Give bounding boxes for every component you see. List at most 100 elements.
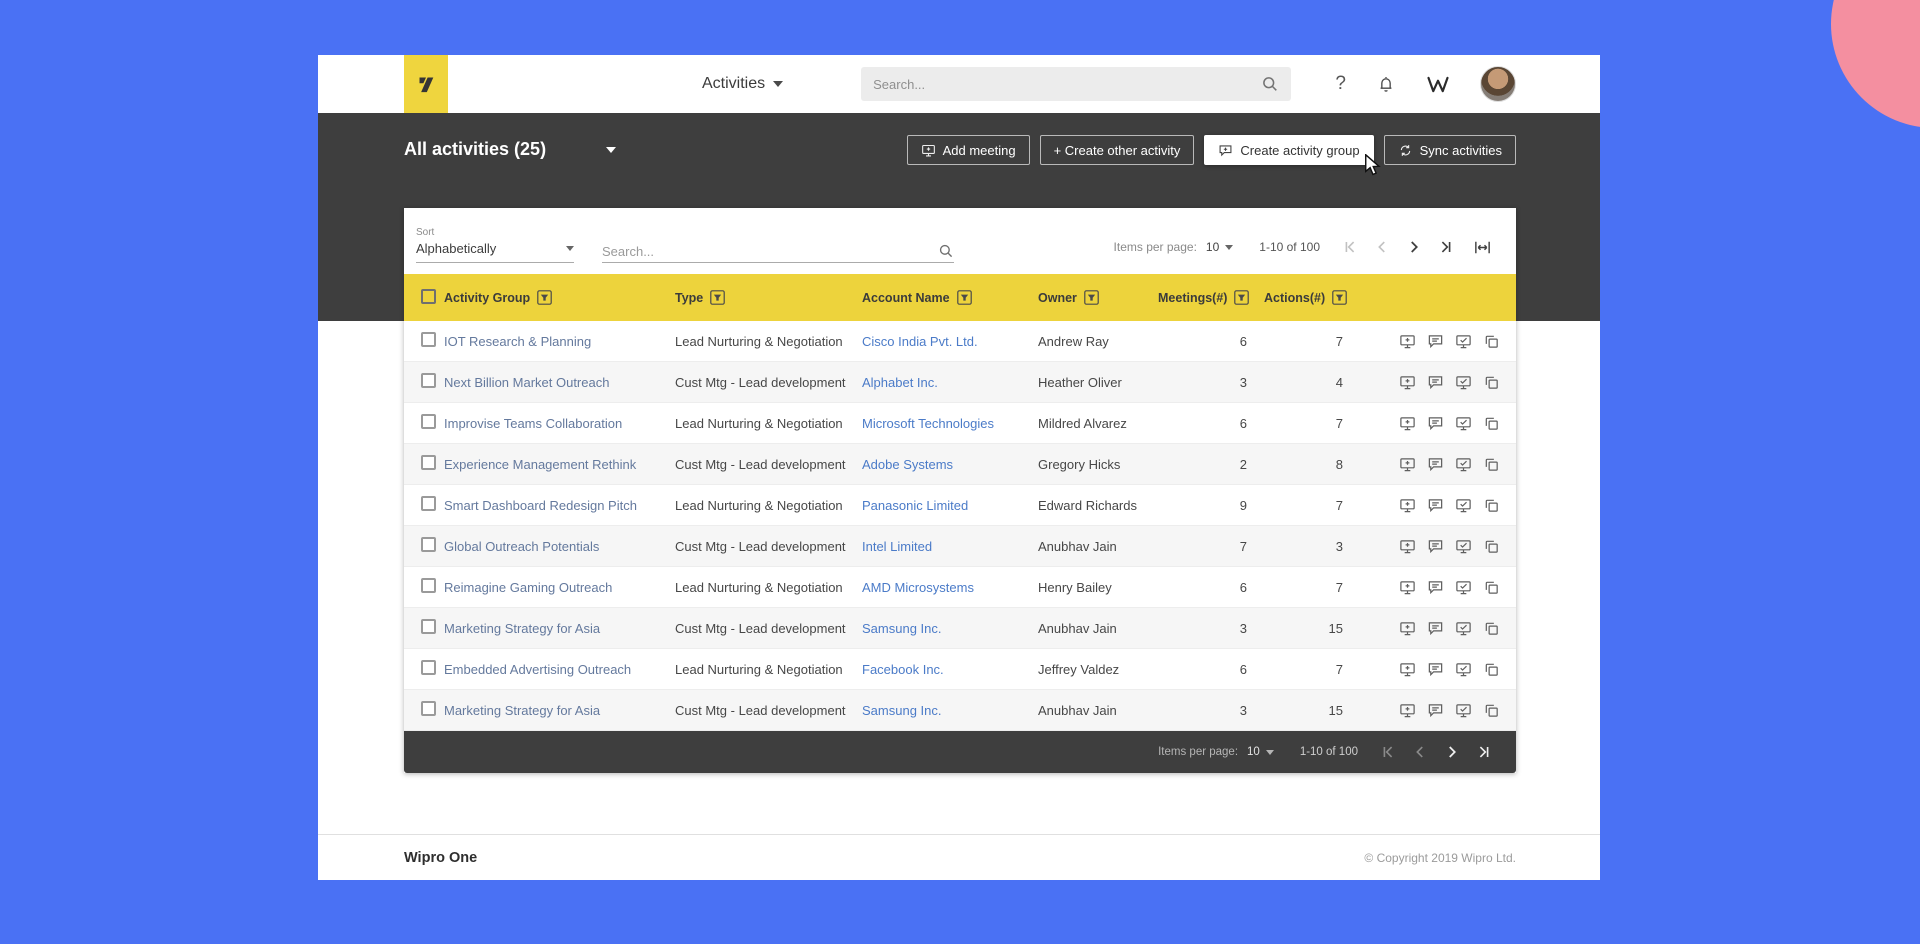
task-check-icon[interactable]: [1455, 497, 1472, 514]
filter-icon[interactable]: [1084, 290, 1099, 305]
row-checkbox[interactable]: [421, 537, 436, 552]
table-search-input[interactable]: [602, 243, 938, 259]
add-meeting-icon[interactable]: [1399, 456, 1416, 473]
filter-icon[interactable]: [1332, 290, 1347, 305]
comment-icon[interactable]: [1427, 456, 1444, 473]
row-checkbox[interactable]: [421, 701, 436, 716]
user-avatar[interactable]: [1480, 66, 1516, 102]
add-meeting-icon[interactable]: [1399, 415, 1416, 432]
prev-page-button[interactable]: [1370, 235, 1394, 259]
sync-activities-button[interactable]: Sync activities: [1383, 135, 1516, 165]
comment-icon[interactable]: [1427, 538, 1444, 555]
duplicate-icon[interactable]: [1483, 538, 1500, 555]
items-per-page-select[interactable]: 10: [1206, 240, 1234, 254]
task-check-icon[interactable]: [1455, 702, 1472, 719]
account-link[interactable]: Microsoft Technologies: [862, 416, 1038, 431]
duplicate-icon[interactable]: [1483, 579, 1500, 596]
items-per-page-select[interactable]: 10: [1247, 746, 1274, 758]
notifications-bell-icon[interactable]: [1376, 74, 1396, 94]
create-activity-group-button[interactable]: Create activity group: [1204, 135, 1374, 165]
filter-icon[interactable]: [956, 290, 972, 305]
add-meeting-icon[interactable]: [1399, 333, 1416, 350]
duplicate-icon[interactable]: [1483, 456, 1500, 473]
account-link[interactable]: Cisco India Pvt. Ltd.: [862, 334, 1038, 349]
row-checkbox[interactable]: [421, 332, 436, 347]
row-checkbox[interactable]: [421, 414, 436, 429]
row-checkbox[interactable]: [421, 496, 436, 511]
activity-group-link[interactable]: Reimagine Gaming Outreach: [444, 580, 675, 595]
account-link[interactable]: Adobe Systems: [862, 457, 1038, 472]
duplicate-icon[interactable]: [1483, 661, 1500, 678]
filter-icon[interactable]: [710, 290, 726, 305]
last-page-button[interactable]: [1434, 235, 1458, 259]
account-link[interactable]: Panasonic Limited: [862, 498, 1038, 513]
select-all-checkbox[interactable]: [421, 288, 436, 304]
add-meeting-icon[interactable]: [1399, 374, 1416, 391]
add-meeting-icon[interactable]: [1399, 620, 1416, 637]
add-meeting-icon[interactable]: [1399, 661, 1416, 678]
activity-group-link[interactable]: Experience Management Rethink: [444, 457, 675, 472]
duplicate-icon[interactable]: [1483, 497, 1500, 514]
activities-nav-dropdown[interactable]: Activities: [702, 75, 784, 93]
filter-icon[interactable]: [1234, 290, 1250, 305]
add-meeting-icon[interactable]: [1399, 702, 1416, 719]
row-checkbox[interactable]: [421, 578, 436, 593]
comment-icon[interactable]: [1427, 702, 1444, 719]
first-page-button[interactable]: [1376, 740, 1400, 764]
comment-icon[interactable]: [1427, 579, 1444, 596]
add-meeting-icon[interactable]: [1399, 538, 1416, 555]
activity-group-link[interactable]: Next Billion Market Outreach: [444, 375, 675, 390]
duplicate-icon[interactable]: [1483, 374, 1500, 391]
comment-icon[interactable]: [1427, 661, 1444, 678]
fit-width-icon[interactable]: [1470, 235, 1494, 259]
add-meeting-button[interactable]: Add meeting: [906, 135, 1030, 165]
activity-group-link[interactable]: Smart Dashboard Redesign Pitch: [444, 498, 675, 513]
comment-icon[interactable]: [1427, 415, 1444, 432]
row-checkbox[interactable]: [421, 455, 436, 470]
task-check-icon[interactable]: [1455, 620, 1472, 637]
comment-icon[interactable]: [1427, 497, 1444, 514]
task-check-icon[interactable]: [1455, 456, 1472, 473]
help-icon[interactable]: ?: [1335, 73, 1346, 95]
task-check-icon[interactable]: [1455, 579, 1472, 596]
next-page-button[interactable]: [1440, 740, 1464, 764]
duplicate-icon[interactable]: [1483, 702, 1500, 719]
filter-icon[interactable]: [537, 290, 552, 305]
account-link[interactable]: Alphabet Inc.: [862, 375, 1038, 390]
account-link[interactable]: Samsung Inc.: [862, 621, 1038, 636]
global-search[interactable]: [861, 67, 1292, 101]
global-search-input[interactable]: [873, 76, 1262, 92]
first-page-button[interactable]: [1338, 235, 1362, 259]
comment-icon[interactable]: [1427, 333, 1444, 350]
account-link[interactable]: Facebook Inc.: [862, 662, 1038, 677]
activity-group-link[interactable]: Global Outreach Potentials: [444, 539, 675, 554]
task-check-icon[interactable]: [1455, 333, 1472, 350]
account-link[interactable]: Samsung Inc.: [862, 703, 1038, 718]
task-check-icon[interactable]: [1455, 374, 1472, 391]
add-meeting-icon[interactable]: [1399, 579, 1416, 596]
prev-page-button[interactable]: [1408, 740, 1432, 764]
activity-group-link[interactable]: Marketing Strategy for Asia: [444, 621, 675, 636]
next-page-button[interactable]: [1402, 235, 1426, 259]
row-checkbox[interactable]: [421, 373, 436, 388]
duplicate-icon[interactable]: [1483, 333, 1500, 350]
activity-group-link[interactable]: Improvise Teams Collaboration: [444, 416, 675, 431]
duplicate-icon[interactable]: [1483, 415, 1500, 432]
row-checkbox[interactable]: [421, 660, 436, 675]
account-link[interactable]: AMD Microsystems: [862, 580, 1038, 595]
search-icon[interactable]: [1261, 75, 1279, 93]
add-meeting-icon[interactable]: [1399, 497, 1416, 514]
account-link[interactable]: Intel Limited: [862, 539, 1038, 554]
search-icon[interactable]: [938, 243, 954, 259]
row-checkbox[interactable]: [421, 619, 436, 634]
task-check-icon[interactable]: [1455, 415, 1472, 432]
activities-filter-dropdown[interactable]: All activities (25): [404, 139, 616, 160]
create-other-activity-button[interactable]: + Create other activity: [1039, 135, 1195, 165]
sort-dropdown[interactable]: Sort Alphabetically: [416, 227, 574, 263]
task-check-icon[interactable]: [1455, 661, 1472, 678]
comment-icon[interactable]: [1427, 374, 1444, 391]
table-search[interactable]: [602, 243, 954, 263]
activity-group-link[interactable]: Embedded Advertising Outreach: [444, 662, 675, 677]
wipro-one-logo[interactable]: [404, 55, 448, 113]
task-check-icon[interactable]: [1455, 538, 1472, 555]
